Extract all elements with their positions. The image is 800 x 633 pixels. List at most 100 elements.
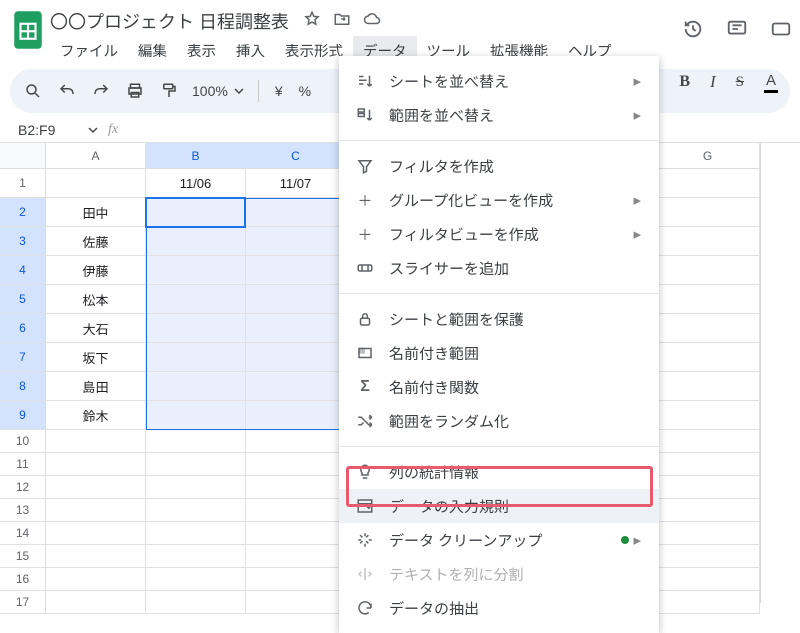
cell[interactable]	[656, 285, 760, 314]
cell[interactable]: 伊藤	[46, 256, 146, 285]
cell[interactable]	[656, 198, 760, 227]
col-header-a[interactable]: A	[46, 143, 146, 169]
search-icon[interactable]	[22, 78, 44, 104]
doc-title[interactable]: 〇〇プロジェクト 日程調整表	[50, 8, 289, 34]
cell[interactable]	[46, 476, 146, 499]
cell[interactable]: 鈴木	[46, 401, 146, 430]
cell[interactable]	[246, 591, 346, 614]
cell[interactable]	[246, 314, 346, 343]
cell[interactable]	[146, 198, 246, 227]
cell[interactable]	[46, 591, 146, 614]
menu-data-validation[interactable]: データの入力規則	[339, 489, 659, 523]
cell[interactable]	[146, 401, 246, 430]
cell[interactable]	[656, 545, 760, 568]
comments-icon[interactable]	[726, 18, 748, 45]
menu-view[interactable]: 表示	[177, 36, 226, 67]
cell[interactable]: 佐藤	[46, 227, 146, 256]
cell[interactable]	[656, 522, 760, 545]
cell[interactable]	[656, 499, 760, 522]
row-header[interactable]: 15	[0, 545, 46, 568]
cell[interactable]	[146, 453, 246, 476]
cell[interactable]	[46, 453, 146, 476]
cell[interactable]	[246, 453, 346, 476]
menu-create-filter[interactable]: フィルタを作成	[339, 149, 659, 183]
cell[interactable]	[146, 591, 246, 614]
cell[interactable]	[46, 522, 146, 545]
cell[interactable]	[246, 499, 346, 522]
move-folder-icon[interactable]	[333, 10, 351, 33]
print-icon[interactable]	[124, 78, 146, 104]
cell[interactable]: 11/07	[246, 169, 346, 198]
cell[interactable]	[146, 372, 246, 401]
cell[interactable]: 松本	[46, 285, 146, 314]
cell[interactable]	[246, 476, 346, 499]
col-header-c[interactable]: C	[246, 143, 346, 169]
cell[interactable]	[246, 372, 346, 401]
strike-button[interactable]: S	[736, 74, 744, 91]
row-header[interactable]: 1	[0, 169, 46, 198]
cell[interactable]	[46, 545, 146, 568]
zoom-select[interactable]: 100%	[192, 83, 244, 99]
row-header[interactable]: 2	[0, 198, 46, 227]
row-header[interactable]: 14	[0, 522, 46, 545]
cell[interactable]: 大石	[46, 314, 146, 343]
menu-insert[interactable]: 挿入	[226, 36, 275, 67]
cell[interactable]	[146, 227, 246, 256]
cell[interactable]	[246, 285, 346, 314]
cell[interactable]: 11/06	[146, 169, 246, 198]
row-header[interactable]: 10	[0, 430, 46, 453]
cell[interactable]	[246, 401, 346, 430]
cell[interactable]	[146, 545, 246, 568]
row-header[interactable]: 3	[0, 227, 46, 256]
cell[interactable]	[656, 169, 760, 198]
cell[interactable]	[656, 227, 760, 256]
cell[interactable]	[146, 499, 246, 522]
bold-button[interactable]: B	[679, 73, 690, 91]
history-icon[interactable]	[682, 18, 704, 45]
row-header[interactable]: 4	[0, 256, 46, 285]
col-header-b[interactable]: B	[146, 143, 246, 169]
cell[interactable]	[656, 343, 760, 372]
cell[interactable]	[246, 545, 346, 568]
row-header[interactable]: 9	[0, 401, 46, 430]
cell[interactable]	[246, 430, 346, 453]
cell[interactable]	[656, 372, 760, 401]
menu-edit[interactable]: 編集	[128, 36, 177, 67]
cell[interactable]	[246, 198, 346, 227]
cell[interactable]	[656, 401, 760, 430]
name-box-chevron-icon[interactable]	[88, 125, 98, 135]
menu-named-range[interactable]: 名前付き範囲	[339, 336, 659, 370]
cell[interactable]	[146, 343, 246, 372]
cell[interactable]	[46, 568, 146, 591]
name-box[interactable]: B2:F9	[18, 122, 78, 138]
text-color-button[interactable]: A	[764, 72, 778, 93]
undo-icon[interactable]	[56, 78, 78, 104]
menu-sort-sheet[interactable]: シートを並べ替え▸	[339, 64, 659, 98]
meet-icon[interactable]	[770, 18, 792, 45]
cell[interactable]	[656, 430, 760, 453]
cell[interactable]	[46, 499, 146, 522]
row-header[interactable]: 12	[0, 476, 46, 499]
cell[interactable]	[46, 169, 146, 198]
menu-randomize[interactable]: 範囲をランダム化	[339, 404, 659, 438]
italic-button[interactable]: I	[710, 72, 716, 92]
cell[interactable]: 田中	[46, 198, 146, 227]
percent-button[interactable]: %	[297, 78, 313, 104]
row-header[interactable]: 6	[0, 314, 46, 343]
cell[interactable]	[246, 343, 346, 372]
menu-data-cleanup[interactable]: データ クリーンアップ▸	[339, 523, 659, 557]
cell[interactable]	[246, 256, 346, 285]
cell[interactable]	[656, 314, 760, 343]
cell[interactable]	[146, 568, 246, 591]
cloud-status-icon[interactable]	[363, 10, 381, 33]
row-header[interactable]: 17	[0, 591, 46, 614]
menu-group-view[interactable]: ＋グループ化ビューを作成▸	[339, 183, 659, 217]
row-header[interactable]: 7	[0, 343, 46, 372]
menu-sort-range[interactable]: 範囲を並べ替え▸	[339, 98, 659, 132]
cell[interactable]	[146, 522, 246, 545]
star-icon[interactable]	[303, 10, 321, 33]
sheets-logo-icon[interactable]	[12, 10, 44, 50]
cell[interactable]	[146, 256, 246, 285]
cell[interactable]	[46, 430, 146, 453]
cell[interactable]	[656, 591, 760, 614]
